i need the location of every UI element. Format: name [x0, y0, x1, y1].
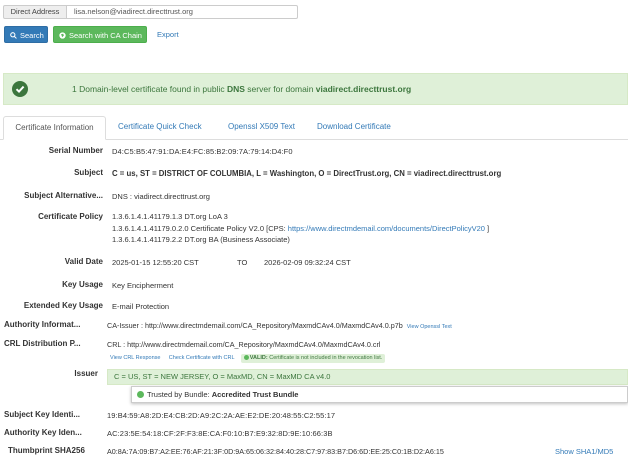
- valid-to: 2026-02-09 09:32:24 CST: [264, 258, 351, 267]
- cps-link[interactable]: https://www.directmdemail.com/documents/…: [288, 224, 485, 233]
- tab-certificate-quick-check[interactable]: Certificate Quick Check: [118, 116, 202, 139]
- search-button[interactable]: Search: [4, 26, 48, 43]
- authority-key-identifier-value: AC:23:5E:54:18:CF:2F:F3:8E:CA:F0:10:B7:E…: [107, 429, 333, 438]
- key-usage-value: Key Encipherment: [112, 281, 174, 290]
- subject-alternative-name-label: Subject Alternative...: [24, 191, 103, 200]
- tab-download-certificate[interactable]: Download Certificate: [317, 116, 391, 139]
- search-with-ca-chain-button[interactable]: Search with CA Chain: [53, 26, 147, 43]
- issuer-value: C = US, ST = NEW JERSEY, O = MaxMD, CN =…: [107, 369, 628, 385]
- search-with-ca-chain-label: Search with CA Chain: [69, 31, 142, 40]
- tab-certificate-information[interactable]: Certificate Information: [3, 116, 106, 140]
- authority-information-access-value: CA-Issuer : http://www.directmdemail.com…: [107, 321, 452, 330]
- crl-actions: View CRL Response Check Certificate with…: [110, 352, 386, 363]
- issuer-label: Issuer: [74, 369, 98, 378]
- valid-from: 2025-01-15 12:55:20 CST: [112, 258, 199, 267]
- result-alert: 1 Domain-level certificate found in publ…: [3, 73, 628, 105]
- alert-message: 1 Domain-level certificate found in publ…: [72, 84, 412, 94]
- check-certificate-with-crl-link[interactable]: Check Certificate with CRL: [169, 355, 235, 361]
- valid-to-word: TO: [237, 258, 248, 267]
- extended-key-usage-value: E-mail Protection: [112, 302, 170, 311]
- alert-domain: viadirect.directtrust.org: [315, 84, 412, 94]
- policy-line-3: 1.3.6.1.4.1.41179.2.2 DT.org BA (Busines…: [112, 235, 290, 244]
- certificate-policy-label: Certificate Policy: [38, 212, 103, 221]
- thumbprint-sha256-label: Thumbprint SHA256: [8, 446, 85, 455]
- view-openssl-text-link[interactable]: View Openssl Text: [407, 324, 452, 330]
- subject-key-identifier-label: Subject Key Identi...: [4, 410, 81, 419]
- policy-line-1: 1.3.6.1.4.1.41179.1.3 DT.org LoA 3: [112, 212, 228, 221]
- crl-valid-badge: VALID: Certificate is not included in th…: [240, 354, 386, 363]
- tab-openssl-x509-text[interactable]: Openssl X509 Text: [228, 116, 295, 139]
- view-crl-response-link[interactable]: View CRL Response: [110, 355, 160, 361]
- serial-number-label: Serial Number: [48, 146, 103, 155]
- globe-icon: [59, 32, 66, 39]
- authority-information-access-label: Authority Informat...: [4, 320, 81, 329]
- serial-number-value: D4:C5:B5:47:91:DA:E4:FC:85:B2:09:7A:79:1…: [112, 147, 293, 156]
- search-button-label: Search: [20, 31, 44, 40]
- check-circle-icon: [137, 391, 144, 398]
- key-usage-label: Key Usage: [62, 280, 103, 289]
- trusted-bundle-popup: Trusted by Bundle: Accredited Trust Bund…: [131, 386, 628, 403]
- direct-address-label: Direct Address: [3, 5, 67, 19]
- crl-distribution-points-label: CRL Distribution P...: [4, 339, 81, 348]
- subject-key-identifier-value: 19:B4:59:A8:2D:E4:CB:2D:A9:2C:2A:AE:E2:D…: [107, 411, 336, 420]
- check-icon: [243, 355, 249, 360]
- valid-date-label: Valid Date: [64, 257, 103, 266]
- direct-address-input[interactable]: lisa.nelson@viadirect.directtrust.org: [66, 5, 298, 19]
- search-icon: [10, 32, 17, 39]
- authority-key-identifier-label: Authority Key Iden...: [4, 428, 82, 437]
- subject-value: C = us, ST = DISTRICT OF COLUMBIA, L = W…: [112, 169, 502, 178]
- show-sha1-md5-link[interactable]: Show SHA1/MD5: [555, 447, 613, 456]
- subject-label: Subject: [74, 168, 103, 177]
- trusted-bundle-name: Accredited Trust Bundle: [211, 390, 299, 399]
- subject-alternative-name-value: DNS : viadirect.directtrust.org: [112, 192, 210, 201]
- export-link[interactable]: Export: [157, 26, 179, 43]
- policy-line-2: 1.3.6.1.4.1.41179.0.2.0 Certificate Poli…: [112, 224, 490, 233]
- check-circle-icon: [12, 81, 28, 97]
- extended-key-usage-label: Extended Key Usage: [23, 301, 103, 310]
- crl-distribution-points-value: CRL : http://www.directmdemail.com/CA_Re…: [107, 340, 381, 349]
- thumbprint-sha256-value: A0:8A:7A:09:B7:A2:EE:76:AF:21:3F:0D:9A:6…: [107, 447, 444, 456]
